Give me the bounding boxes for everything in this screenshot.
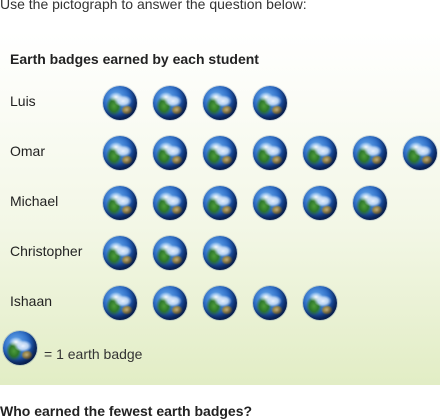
earth-badge-icon bbox=[103, 136, 137, 170]
pictograph-row: Luis bbox=[0, 82, 440, 122]
earth-badge-icon bbox=[103, 286, 137, 320]
earth-badge-icon bbox=[153, 136, 187, 170]
earth-badge-icon bbox=[203, 236, 237, 270]
pictograph-row: Christopher bbox=[0, 232, 440, 272]
key-label: = 1 earth badge bbox=[44, 346, 143, 362]
key-earth-icon bbox=[3, 331, 37, 365]
question-text: Who earned the fewest earth badges? bbox=[0, 403, 253, 419]
earth-badge-icon bbox=[353, 186, 387, 220]
earth-badge-icon bbox=[103, 186, 137, 220]
earth-badge-icon bbox=[203, 86, 237, 120]
earth-badge-icon bbox=[253, 86, 287, 120]
earth-badge-icon bbox=[153, 86, 187, 120]
pictograph-row: Ishaan bbox=[0, 282, 440, 322]
earth-badge-icon bbox=[303, 136, 337, 170]
pictograph-row: Omar bbox=[0, 132, 440, 172]
row-label: Omar bbox=[10, 143, 45, 159]
row-label: Luis bbox=[10, 93, 36, 109]
earth-badge-icon bbox=[153, 286, 187, 320]
row-label: Ishaan bbox=[10, 293, 53, 309]
row-label: Christopher bbox=[10, 243, 83, 259]
earth-badge-icon bbox=[303, 286, 337, 320]
earth-badge-icon bbox=[103, 236, 137, 270]
pictograph-row: Michael bbox=[0, 182, 440, 222]
earth-badge-icon bbox=[253, 186, 287, 220]
earth-badge-icon bbox=[153, 236, 187, 270]
earth-badge-icon bbox=[153, 186, 187, 220]
earth-badge-icon bbox=[203, 136, 237, 170]
earth-badge-icon bbox=[403, 136, 437, 170]
earth-badge-icon bbox=[303, 186, 337, 220]
earth-badge-icon bbox=[203, 286, 237, 320]
earth-badge-icon bbox=[253, 136, 287, 170]
row-label: Michael bbox=[10, 193, 59, 209]
earth-badge-icon bbox=[253, 286, 287, 320]
earth-badge-icon bbox=[203, 186, 237, 220]
instruction-text: Use the pictograph to answer the questio… bbox=[0, 0, 307, 12]
chart-title: Earth badges earned by each student bbox=[10, 51, 259, 67]
earth-badge-icon bbox=[353, 136, 387, 170]
earth-badge-icon bbox=[103, 86, 137, 120]
